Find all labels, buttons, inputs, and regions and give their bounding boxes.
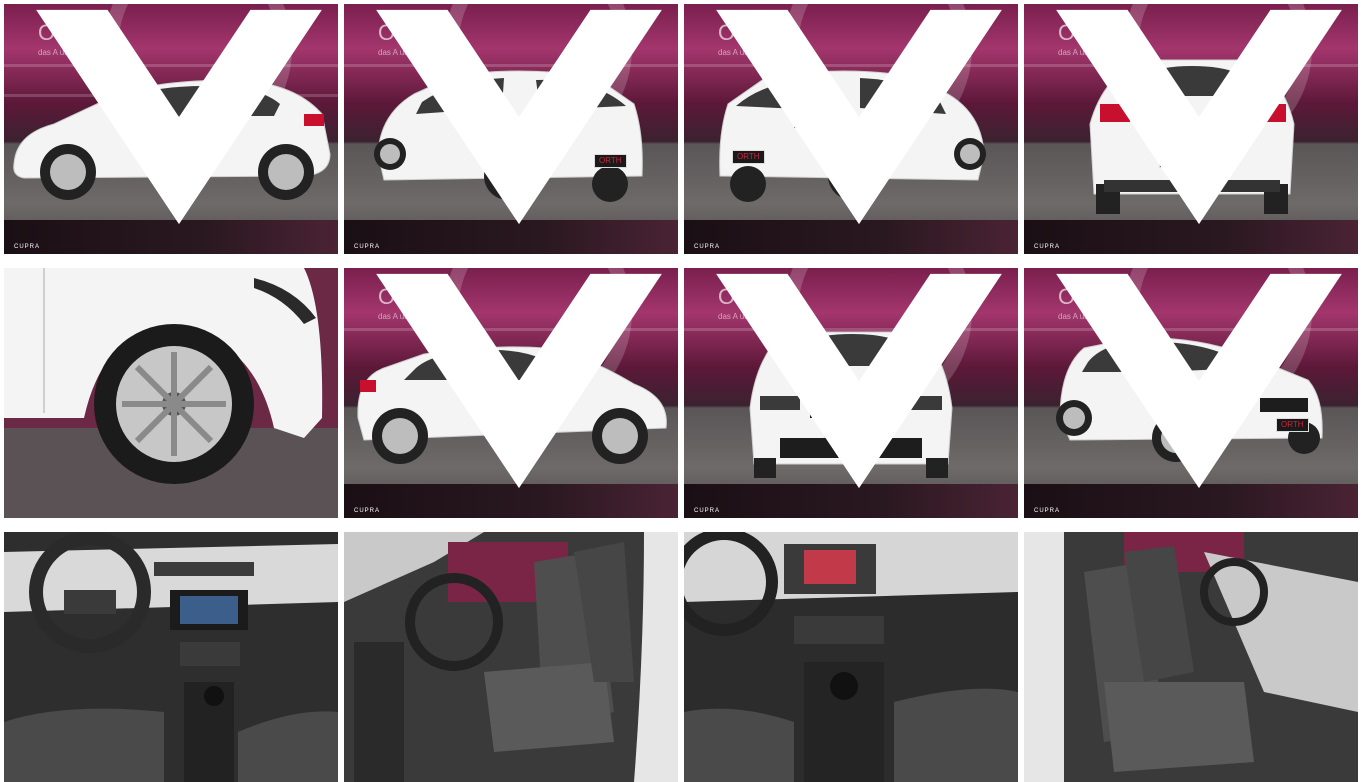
brand-bar: CUPRA bbox=[684, 9, 1018, 254]
brand-bar: CUPRA bbox=[684, 273, 1018, 518]
brand-bar: CUPRA bbox=[1024, 9, 1358, 254]
cupra-wordmark: CUPRA bbox=[693, 508, 720, 514]
cupra-tribal-icon bbox=[716, 9, 1002, 225]
photo-tile-driver-seat[interactable] bbox=[344, 532, 678, 782]
brand-bar: CUPRA bbox=[344, 9, 678, 254]
photo-tile-front[interactable]: ORTH das A und O ihrer Mobilität ORTH CU… bbox=[684, 268, 1018, 518]
cupra-tribal-icon bbox=[376, 9, 662, 225]
cupra-wordmark: CUPRA bbox=[1033, 508, 1060, 514]
photo-tile-side-right[interactable]: ORTH das A und O ihrer Mobilität CUPRA bbox=[344, 268, 678, 518]
driver-seat-image bbox=[344, 532, 678, 782]
cupra-wordmark: CUPRA bbox=[1033, 244, 1060, 250]
brand-bar: CUPRA bbox=[1024, 273, 1358, 518]
cupra-logo: CUPRA bbox=[352, 4, 662, 250]
photo-tile-center-console[interactable] bbox=[684, 532, 1018, 782]
cupra-wordmark: CUPRA bbox=[693, 244, 720, 250]
center-console-image bbox=[684, 532, 1018, 782]
wheel-detail-image bbox=[4, 268, 338, 518]
photo-tile-rear-three-quarter-left[interactable]: ORTH das A und O ihrer Mobilität ORTH CU… bbox=[344, 4, 678, 254]
cupra-logo: CUPRA bbox=[1032, 268, 1342, 514]
photo-tile-dashboard[interactable] bbox=[4, 532, 338, 782]
cupra-tribal-icon bbox=[36, 9, 322, 225]
brand-bar: CUPRA bbox=[4, 9, 338, 254]
cupra-logo: CUPRA bbox=[12, 4, 322, 250]
cupra-logo: CUPRA bbox=[692, 268, 1002, 514]
photo-gallery: ORTH das A und O ihrer Mobilität CUPRA O… bbox=[4, 4, 1361, 782]
cupra-tribal-icon bbox=[1056, 273, 1342, 489]
cupra-wordmark: CUPRA bbox=[353, 508, 380, 514]
photo-tile-rear[interactable]: ORTH das A und O ihrer Mobilität ORTH CU… bbox=[1024, 4, 1358, 254]
cupra-logo: CUPRA bbox=[692, 4, 1002, 250]
cupra-logo: CUPRA bbox=[352, 268, 662, 514]
photo-tile-wheel-detail[interactable] bbox=[4, 268, 338, 518]
photo-tile-side-left[interactable]: ORTH das A und O ihrer Mobilität CUPRA bbox=[4, 4, 338, 254]
cupra-tribal-icon bbox=[376, 273, 662, 489]
cupra-tribal-icon bbox=[716, 273, 1002, 489]
cupra-wordmark: CUPRA bbox=[13, 244, 40, 250]
cupra-tribal-icon bbox=[1056, 9, 1342, 225]
cupra-wordmark: CUPRA bbox=[353, 244, 380, 250]
dashboard-image bbox=[4, 532, 338, 782]
brand-bar: CUPRA bbox=[344, 273, 678, 518]
photo-tile-rear-three-quarter-right[interactable]: ORTH das A und O ihrer Mobilität ORTH CU… bbox=[684, 4, 1018, 254]
cupra-logo: CUPRA bbox=[1032, 4, 1342, 250]
photo-tile-front-three-quarter[interactable]: ORTH das A und O ihrer Mobilität ORTH CU… bbox=[1024, 268, 1358, 518]
photo-tile-passenger-seat[interactable] bbox=[1024, 532, 1358, 782]
passenger-seat-image bbox=[1024, 532, 1358, 782]
